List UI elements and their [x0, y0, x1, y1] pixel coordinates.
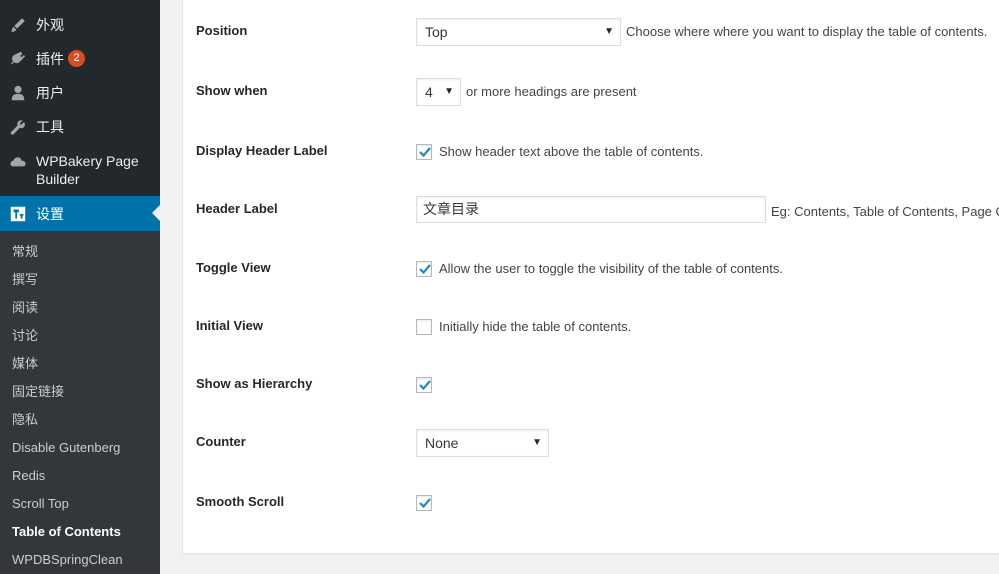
- cloud-icon: [9, 152, 27, 170]
- submenu-item-general[interactable]: 常规: [12, 243, 38, 261]
- counter-select[interactable]: None ▼: [416, 429, 549, 457]
- menu-label: 工具: [36, 119, 64, 135]
- checkmark-icon: [418, 496, 432, 510]
- header-label-hint: Eg: Contents, Table of Contents, Page Co…: [771, 204, 999, 219]
- show-when-select[interactable]: 4 ▼: [416, 78, 461, 106]
- submenu-item-scroll-top[interactable]: Scroll Top: [12, 495, 69, 513]
- submenu-item-disable-gutenberg[interactable]: Disable Gutenberg: [12, 439, 120, 457]
- submenu-item-redis[interactable]: Redis: [12, 467, 45, 485]
- chevron-down-icon: ▼: [604, 26, 614, 37]
- counter-label: Counter: [196, 434, 246, 449]
- submenu-item-table-of-contents[interactable]: Table of Contents: [12, 523, 121, 541]
- settings-icon: [9, 205, 27, 223]
- submenu-item-media[interactable]: 媒体: [12, 355, 38, 373]
- menu-label: 外观: [36, 17, 64, 33]
- toggle-view-text: Allow the user to toggle the visibility …: [439, 261, 783, 276]
- position-select[interactable]: Top ▼: [416, 18, 621, 46]
- settings-panel: Position Top ▼ Choose where where you wa…: [182, 0, 999, 554]
- menu-item-users[interactable]: 用户: [0, 84, 160, 102]
- show-when-suffix: or more headings are present: [466, 84, 637, 99]
- position-label: Position: [196, 23, 248, 38]
- menu-label: 用户: [36, 85, 64, 101]
- wrench-icon: [9, 118, 27, 136]
- current-menu-arrow: [152, 205, 160, 221]
- settings-submenu: 常规 撰写 阅读 讨论 媒体 固定链接 隐私 Disable Gutenberg…: [0, 231, 160, 574]
- menu-item-plugins[interactable]: 插件 2: [0, 50, 160, 68]
- initial-view-checkbox[interactable]: [416, 319, 432, 335]
- menu-item-settings[interactable]: 设置: [0, 196, 160, 231]
- chevron-down-icon: ▼: [532, 437, 542, 448]
- update-count-badge: 2: [68, 50, 85, 67]
- display-header-label-checkbox[interactable]: [416, 144, 432, 160]
- toggle-view-checkbox[interactable]: [416, 261, 432, 277]
- user-icon: [9, 84, 27, 102]
- paintbrush-icon: [9, 16, 27, 34]
- menu-item-tools[interactable]: 工具: [0, 118, 160, 136]
- smooth-scroll-label: Smooth Scroll: [196, 494, 285, 509]
- show-as-hierarchy-label: Show as Hierarchy: [196, 376, 313, 391]
- menu-label: 插件: [36, 51, 64, 67]
- show-as-hierarchy-checkbox[interactable]: [416, 377, 432, 393]
- submenu-item-discussion[interactable]: 讨论: [12, 327, 38, 345]
- checkmark-icon: [418, 145, 432, 159]
- counter-select-value: None: [425, 435, 459, 451]
- plugin-icon: [9, 50, 27, 68]
- position-select-value: Top: [425, 24, 448, 40]
- admin-sidebar: 外观 插件 2 用户 工具 WPBakery Page Builder 设置 常…: [0, 0, 160, 574]
- submenu-item-permalinks[interactable]: 固定链接: [12, 383, 64, 401]
- menu-label: 设置: [36, 205, 64, 222]
- smooth-scroll-checkbox[interactable]: [416, 495, 432, 511]
- submenu-item-wpdbspringclean[interactable]: WPDBSpringClean: [12, 551, 123, 569]
- toggle-view-label: Toggle View: [196, 260, 271, 275]
- checkmark-icon: [418, 378, 432, 392]
- submenu-item-writing[interactable]: 撰写: [12, 271, 38, 289]
- header-label-input[interactable]: 文章目录: [416, 196, 766, 223]
- submenu-item-reading[interactable]: 阅读: [12, 299, 38, 317]
- menu-item-appearance[interactable]: 外观: [0, 16, 160, 34]
- initial-view-text: Initially hide the table of contents.: [439, 319, 632, 334]
- position-description: Choose where where you want to display t…: [626, 24, 988, 39]
- chevron-down-icon: ▼: [444, 86, 454, 97]
- show-when-label: Show when: [196, 83, 268, 98]
- display-header-label-label: Display Header Label: [196, 143, 328, 158]
- display-header-label-text: Show header text above the table of cont…: [439, 144, 704, 159]
- menu-item-wpbakery[interactable]: WPBakery Page Builder: [0, 152, 160, 188]
- submenu-item-privacy[interactable]: 隐私: [12, 411, 38, 429]
- initial-view-label: Initial View: [196, 318, 263, 333]
- header-label-label: Header Label: [196, 201, 278, 216]
- checkmark-icon: [418, 262, 432, 276]
- show-when-select-value: 4: [425, 84, 433, 100]
- menu-label: WPBakery Page Builder: [36, 153, 139, 187]
